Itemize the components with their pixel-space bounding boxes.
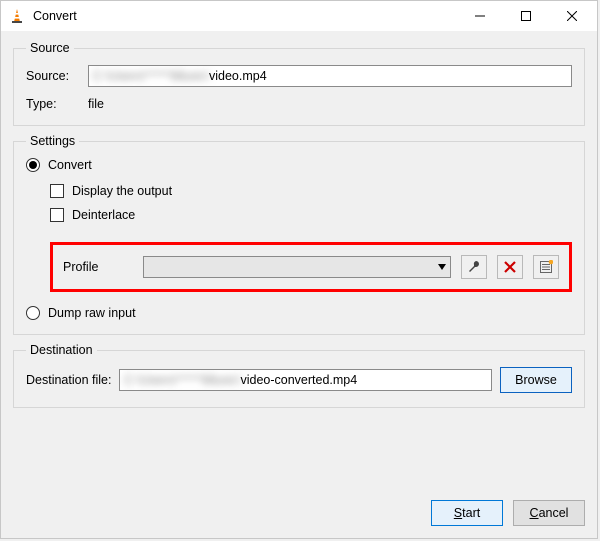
source-path-prefix: C:\Users\*****\Music\: [93, 69, 209, 83]
profile-row: Profile: [50, 242, 572, 292]
browse-label: Browse: [515, 373, 557, 387]
window-title: Convert: [33, 9, 457, 23]
destination-row: Destination file: C:\Users\*****\Music\ …: [26, 367, 572, 393]
destination-group: Destination Destination file: C:\Users\*…: [13, 343, 585, 408]
source-group: Source Source: C:\Users\*****\Music\ vid…: [13, 41, 585, 126]
source-path-tail: video.mp4: [209, 69, 267, 83]
title-bar: Convert: [1, 1, 597, 31]
destination-label: Destination file:: [26, 373, 111, 387]
radio-icon: [26, 158, 40, 172]
source-row: Source: C:\Users\*****\Music\ video.mp4: [26, 65, 572, 87]
checkbox-icon: [50, 184, 64, 198]
cancel-label: Cancel: [530, 506, 569, 520]
profile-label: Profile: [63, 260, 133, 274]
list-new-icon: [539, 260, 553, 274]
source-legend: Source: [26, 41, 74, 55]
maximize-button[interactable]: [503, 2, 549, 31]
destination-legend: Destination: [26, 343, 97, 357]
close-button[interactable]: [549, 2, 595, 31]
type-label: Type:: [26, 97, 80, 111]
cancel-button[interactable]: Cancel: [513, 500, 585, 526]
display-output-check[interactable]: Display the output: [50, 184, 572, 198]
deinterlace-label: Deinterlace: [72, 208, 135, 222]
window-controls: [457, 2, 595, 31]
convert-window: Convert Source Source: C:\Users\*****\Mu…: [0, 0, 598, 539]
destination-path-prefix: C:\Users\*****\Music\: [124, 373, 240, 387]
display-output-label: Display the output: [72, 184, 172, 198]
source-label: Source:: [26, 69, 80, 83]
start-label: Start: [454, 506, 480, 520]
dump-radio-row[interactable]: Dump raw input: [26, 306, 572, 320]
type-value: file: [88, 97, 104, 111]
destination-input[interactable]: C:\Users\*****\Music\ video-converted.mp…: [119, 369, 492, 391]
convert-radio-row[interactable]: Convert: [26, 158, 572, 172]
radio-icon: [26, 306, 40, 320]
type-row: Type: file: [26, 97, 572, 111]
x-icon: [504, 261, 516, 273]
client-area: Source Source: C:\Users\*****\Music\ vid…: [1, 31, 597, 490]
destination-path-tail: video-converted.mp4: [240, 373, 357, 387]
convert-options: Display the output Deinterlace Profile: [50, 184, 572, 292]
browse-button[interactable]: Browse: [500, 367, 572, 393]
chevron-down-icon: [438, 264, 446, 270]
wrench-icon: [467, 260, 481, 274]
minimize-button[interactable]: [457, 2, 503, 31]
dialog-footer: Start Cancel: [1, 490, 597, 538]
dump-radio-label: Dump raw input: [48, 306, 136, 320]
edit-profile-button[interactable]: [461, 255, 487, 279]
settings-group: Settings Convert Display the output Dein…: [13, 134, 585, 335]
new-profile-button[interactable]: [533, 255, 559, 279]
delete-profile-button[interactable]: [497, 255, 523, 279]
convert-radio-label: Convert: [48, 158, 92, 172]
deinterlace-check[interactable]: Deinterlace: [50, 208, 572, 222]
source-input[interactable]: C:\Users\*****\Music\ video.mp4: [88, 65, 572, 87]
settings-legend: Settings: [26, 134, 79, 148]
profile-combo[interactable]: [143, 256, 451, 278]
vlc-cone-icon: [9, 8, 25, 24]
start-button[interactable]: Start: [431, 500, 503, 526]
checkbox-icon: [50, 208, 64, 222]
